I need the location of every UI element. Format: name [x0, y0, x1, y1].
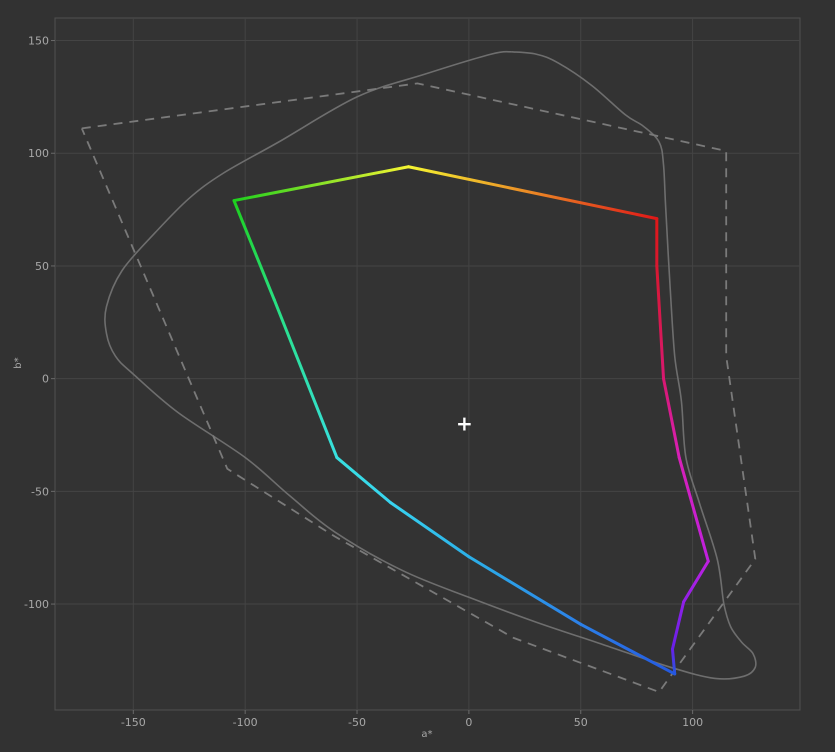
x-tick-label: 0: [465, 716, 472, 729]
y-tick-label: -100: [24, 598, 49, 611]
y-tick-label: -50: [31, 485, 49, 498]
x-tick-label: 50: [574, 716, 588, 729]
y-tick-label: 0: [42, 373, 49, 386]
x-tick-label: 100: [682, 716, 703, 729]
y-tick-label: 150: [28, 35, 49, 48]
x-axis-label: a*: [421, 729, 432, 740]
plot-area: [54, 17, 801, 711]
x-tick-label: -100: [233, 716, 258, 729]
y-tick-label: 50: [35, 260, 49, 273]
gamut-chart: -150 -100 -50 0 50 100 150 100 50 0 -50 -100 + a* b…: [0, 0, 835, 752]
x-tick-label: -50: [348, 716, 366, 729]
marker-group: +: [456, 412, 473, 436]
y-axis-label: b*: [13, 357, 24, 368]
y-tick-label: 100: [28, 147, 49, 160]
x-tick-label: -150: [121, 716, 146, 729]
white-point-marker: +: [456, 412, 473, 436]
